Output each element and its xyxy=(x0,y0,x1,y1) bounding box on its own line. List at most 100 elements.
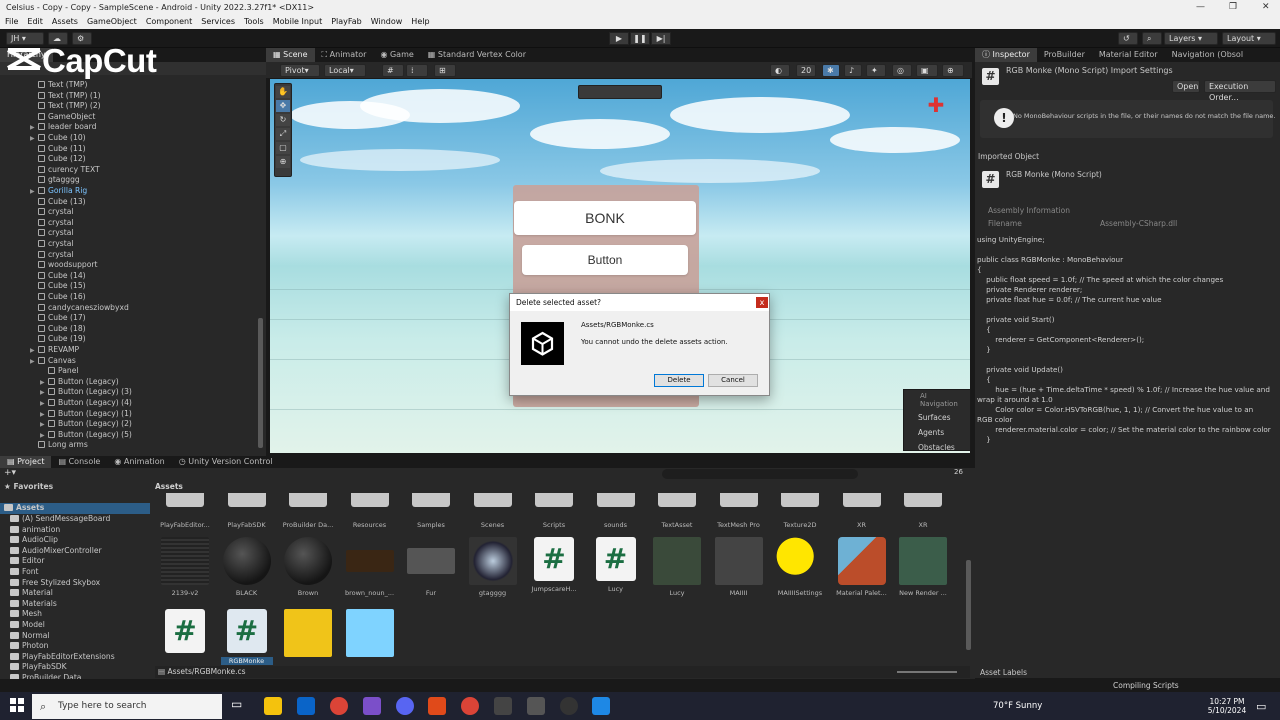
hierarchy-item[interactable]: Text (TMP) (1) xyxy=(30,91,101,102)
clock[interactable]: 10:27 PM 5/10/2024 xyxy=(1205,697,1249,715)
play-button[interactable]: ▶ xyxy=(609,32,629,45)
move-tool-icon[interactable]: ✥ xyxy=(276,100,290,112)
asset-folder-item[interactable]: Photon xyxy=(10,641,48,652)
hierarchy-item[interactable]: ▶ REVAMP xyxy=(30,345,79,356)
view-options-icon[interactable]: ⊞ xyxy=(434,64,456,77)
notifications-icon[interactable]: ▭ xyxy=(1256,700,1266,713)
minimize-icon[interactable]: — xyxy=(1196,0,1205,15)
tab-game[interactable]: ◉ Game xyxy=(373,48,420,62)
hierarchy-item[interactable]: ▶ Button (Legacy) (2) xyxy=(40,419,132,430)
hierarchy-item[interactable]: ▶ Button (Legacy) (4) xyxy=(40,398,132,409)
nav-surfaces[interactable]: Surfaces xyxy=(904,411,970,426)
menu-services[interactable]: Services xyxy=(201,15,235,29)
hierarchy-item[interactable]: Cube (14) xyxy=(30,271,86,282)
hierarchy-scrollbar[interactable] xyxy=(258,318,263,448)
favorites-label[interactable]: ★ Favorites xyxy=(4,482,53,493)
asset-folder-tile[interactable]: PlayFabSDK xyxy=(221,493,273,529)
scene-gizmo[interactable]: ✚ xyxy=(918,93,954,133)
asset-tile[interactable]: gtagggg xyxy=(467,537,519,597)
tab-project[interactable]: ▤ Project xyxy=(0,456,52,468)
project-search-input[interactable] xyxy=(662,469,858,479)
delete-button[interactable]: Delete xyxy=(654,374,704,387)
pause-button[interactable]: ❚❚ xyxy=(630,32,650,45)
step-button[interactable]: ▶| xyxy=(651,32,671,45)
asset-tile[interactable] xyxy=(344,609,396,661)
menu-gameobject[interactable]: GameObject xyxy=(87,15,137,29)
asset-tile[interactable]: BLACK xyxy=(221,537,273,597)
tab-animator[interactable]: ⛶ Animator xyxy=(315,48,374,62)
hierarchy-item[interactable]: Long arms xyxy=(30,440,88,451)
selected-asset-tile[interactable]: # RGBMonke xyxy=(220,609,273,665)
mail-icon[interactable] xyxy=(297,697,315,715)
scene-viewport[interactable]: BONK Button ✚ xyxy=(270,79,970,453)
asset-folder-item[interactable]: Mesh xyxy=(10,609,42,620)
asset-folder-item[interactable]: Material xyxy=(10,588,53,599)
hierarchy-item[interactable]: Panel xyxy=(40,366,79,377)
snap-increment-icon[interactable]: ⁞ xyxy=(406,64,428,77)
tab-console[interactable]: ▤ Console xyxy=(51,456,107,468)
chrome-icon[interactable] xyxy=(330,697,348,715)
hierarchy-item[interactable]: Cube (19) xyxy=(30,334,86,345)
transform-tool-icon[interactable]: ⊕ xyxy=(276,156,290,168)
rotate-tool-icon[interactable]: ↻ xyxy=(276,114,290,126)
assets-breadcrumb[interactable]: Assets xyxy=(155,482,183,491)
camera-icon[interactable]: ▣ xyxy=(916,64,938,77)
asset-folder-tile[interactable]: Texture2D xyxy=(774,493,826,529)
hierarchy-item[interactable]: crystal xyxy=(30,239,74,250)
expand-arrow-icon[interactable]: ▶ xyxy=(30,357,38,368)
menu-edit[interactable]: Edit xyxy=(27,15,43,29)
add-asset-icon[interactable]: +▾ xyxy=(4,468,16,478)
asset-folder-item[interactable]: Normal xyxy=(10,631,49,642)
asset-folder-tile[interactable]: ProBuilder Da... xyxy=(282,493,334,529)
hierarchy-item[interactable]: ▶ Button (Legacy) (5) xyxy=(40,430,132,441)
tab-navigation[interactable]: Navigation (Obsol xyxy=(1165,48,1250,62)
dialog-close-button[interactable]: x xyxy=(756,297,768,308)
hierarchy-item[interactable]: ▶ Canvas xyxy=(30,356,76,367)
hierarchy-item[interactable]: ▶ Gorilla Rig xyxy=(30,186,87,197)
asset-folder-tile[interactable]: XR xyxy=(897,493,949,529)
asset-folder-tile[interactable]: Scenes xyxy=(467,493,519,529)
hidden-objects-icon[interactable]: ◎ xyxy=(892,64,912,77)
asset-tile[interactable]: brown_noun_... xyxy=(344,537,396,597)
asset-folder-item[interactable]: AudioMixerController xyxy=(10,546,102,557)
app-icon-purple[interactable] xyxy=(363,697,381,715)
lighting-icon[interactable]: ✱ xyxy=(822,64,840,77)
menu-file[interactable]: File xyxy=(5,15,18,29)
effects-icon[interactable]: ✦ xyxy=(866,64,886,77)
taskbar-search-box[interactable]: ⌕ Type here to search xyxy=(32,694,222,719)
menu-window[interactable]: Window xyxy=(371,15,403,29)
tab-material-editor[interactable]: Material Editor xyxy=(1092,48,1165,62)
asset-folder-item[interactable]: PlayFabEditorExtensions xyxy=(10,652,115,663)
weather-widget[interactable]: 70°F Sunny xyxy=(993,701,1042,711)
asset-folder-item[interactable]: PlayFabSDK xyxy=(10,662,67,673)
app-icon-orange[interactable] xyxy=(428,697,446,715)
asset-folder-tile[interactable]: Scripts xyxy=(528,493,580,529)
hierarchy-item[interactable]: Cube (18) xyxy=(30,324,86,335)
asset-folder-item[interactable]: Free Stylized Skybox xyxy=(10,578,100,589)
menu-component[interactable]: Component xyxy=(146,15,192,29)
rect-tool-icon[interactable]: ▢ xyxy=(276,142,290,154)
asset-folder-tile[interactable]: PlayFabEditor... xyxy=(159,493,211,529)
gizmos-icon[interactable]: ⊕ xyxy=(942,64,964,77)
asset-tile[interactable]: MAIIII xyxy=(713,537,765,597)
local-dropdown[interactable]: Local▾ xyxy=(324,64,366,77)
asset-tile[interactable]: Brown xyxy=(282,537,334,597)
menu-assets[interactable]: Assets xyxy=(52,15,78,29)
hierarchy-item[interactable]: candycanesziowbyxd xyxy=(30,303,129,314)
hierarchy-item[interactable]: gtagggg xyxy=(30,175,80,186)
asset-folder-item[interactable]: Font xyxy=(10,567,39,578)
hierarchy-item[interactable]: woodsupport xyxy=(30,260,97,271)
asset-folder-tile[interactable]: XR xyxy=(836,493,888,529)
file-explorer-icon[interactable] xyxy=(264,697,282,715)
hierarchy-item[interactable]: ▶ Button (Legacy) xyxy=(40,377,119,388)
hierarchy-item[interactable]: Cube (11) xyxy=(30,144,86,155)
asset-folder-item[interactable]: AudioClip xyxy=(10,535,58,546)
tab-inspector[interactable]: ⓘ Inspector xyxy=(975,48,1037,62)
discord-icon[interactable] xyxy=(396,697,414,715)
asset-tile[interactable] xyxy=(282,609,334,661)
pivot-dropdown[interactable]: Pivot▾ xyxy=(280,64,320,77)
asset-folder-tile[interactable]: TextMesh Pro xyxy=(713,493,765,529)
execution-order-button[interactable]: Execution Order... xyxy=(1204,80,1276,102)
hierarchy-item[interactable]: crystal xyxy=(30,207,74,218)
asset-tile[interactable]: Material Palet... xyxy=(836,537,888,597)
